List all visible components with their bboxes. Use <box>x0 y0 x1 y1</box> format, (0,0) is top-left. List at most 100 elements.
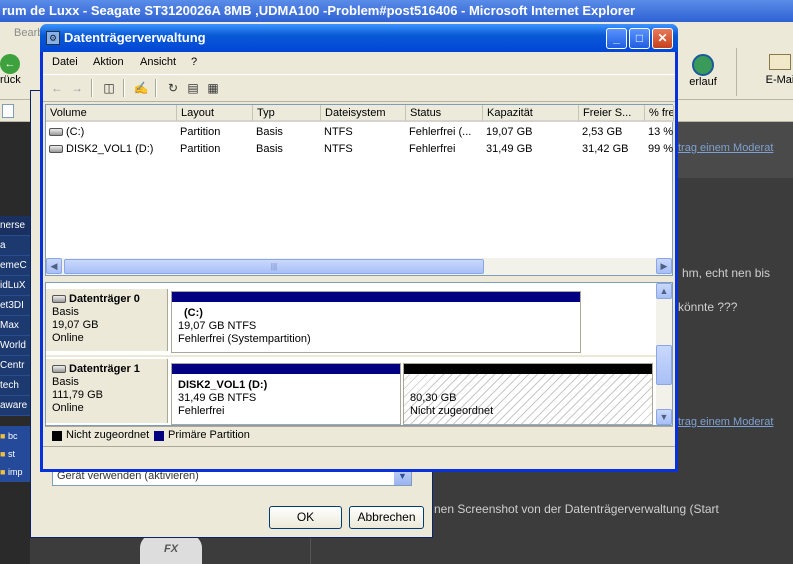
vertical-scrollbar[interactable]: ▲ ▼ <box>656 283 672 425</box>
column-header-status[interactable]: Status <box>406 105 483 122</box>
history-button[interactable]: erlauf <box>678 54 728 94</box>
column-header-layout[interactable]: Layout <box>177 105 253 122</box>
ie-page-icon <box>2 104 14 118</box>
help-icon[interactable]: ✍ <box>133 80 149 96</box>
unallocated-space[interactable]: 80,30 GB Nicht zugeordnet <box>403 363 653 425</box>
tree-item-label: imp <box>7 467 23 477</box>
settings-icon[interactable]: ▦ <box>205 80 221 96</box>
toolbar-separator <box>155 79 157 97</box>
ie-menu-edit[interactable]: Bearb <box>14 27 43 39</box>
email-label: E-Mai <box>765 74 793 86</box>
cell-capacity: 31,49 GB <box>486 143 533 155</box>
ok-button[interactable]: OK <box>269 506 342 529</box>
sidebar-item[interactable]: nerse <box>0 216 30 236</box>
menu-ansicht[interactable]: Ansicht <box>140 56 176 68</box>
column-header-free-space[interactable]: Freier S... <box>579 105 645 122</box>
column-header-volume[interactable]: Volume <box>46 105 177 122</box>
close-button[interactable]: ✕ <box>652 28 673 49</box>
properties-icon[interactable]: ▤ <box>185 80 201 96</box>
partition-d[interactable]: DISK2_VOL1 (D:) 31,49 GB NTFS Fehlerfrei <box>171 363 401 425</box>
sidebar-item[interactable]: Centr <box>0 356 30 376</box>
scroll-left-icon[interactable]: ◀ <box>46 258 62 274</box>
tree-item[interactable]: ■ st <box>0 444 30 464</box>
menu-help[interactable]: ? <box>191 56 197 68</box>
scroll-up-icon[interactable]: ▲ <box>656 283 672 299</box>
column-header-type[interactable]: Typ <box>253 105 321 122</box>
partition-d-info: DISK2_VOL1 (D:) 31,49 GB NTFS Fehlerfrei <box>173 376 399 423</box>
post-text-2: könnte ??? <box>678 300 738 314</box>
disk-1-label[interactable]: Datenträger 1 Basis 111,79 GB Online <box>46 359 168 423</box>
cell-type: Basis <box>256 126 283 138</box>
scrollbar-thumb[interactable]: ||| <box>64 259 484 274</box>
partition-c-size: 19,07 GB NTFS <box>178 320 257 332</box>
column-header-filesystem[interactable]: Dateisystem <box>321 105 406 122</box>
folder-icon: ■ <box>0 467 6 477</box>
sidebar-item[interactable]: a <box>0 236 30 256</box>
unallocated-info: 80,30 GB Nicht zugeordnet <box>405 376 651 423</box>
mail-icon <box>769 54 791 70</box>
toolbar: ← → ◫ ✍ ↻ ▤ ▦ <box>43 74 675 102</box>
scrollbar-thumb[interactable] <box>656 345 672 385</box>
disk-0-size: 19,07 GB <box>52 319 99 331</box>
horizontal-scrollbar[interactable]: ◀ ||| ▶ <box>46 258 672 275</box>
sidebar-item[interactable]: tech <box>0 376 30 396</box>
volume-icon <box>49 145 63 154</box>
ie-titlebar: rum de Luxx - Seagate ST3120026A 8MB ,UD… <box>0 0 793 22</box>
cell-volume: (C:) <box>46 124 177 140</box>
partition-c[interactable]: (C:) 19,07 GB NTFS Fehlerfrei (Systempar… <box>171 291 581 353</box>
cell-free-space: 2,53 GB <box>582 126 623 138</box>
cell-capacity: 19,07 GB <box>486 126 533 138</box>
toolbar-separator <box>91 79 93 97</box>
toolbar-divider <box>736 48 737 96</box>
menu-datei[interactable]: Datei <box>52 56 78 68</box>
show-hide-tree-icon[interactable]: ◫ <box>101 80 117 96</box>
email-button[interactable]: E-Mai <box>760 54 793 94</box>
unallocated-status: Nicht zugeordnet <box>410 405 494 417</box>
cell-status: Fehlerfrei <box>409 143 456 155</box>
sidebar-item[interactable]: Max <box>0 316 30 336</box>
volume-list: Volume Layout Typ Dateisystem Status Kap… <box>45 104 674 276</box>
tree-item[interactable]: ■ bc <box>0 426 30 446</box>
unallocated-size: 80,30 GB <box>410 392 457 404</box>
partition-c-info: (C:) 19,07 GB NTFS Fehlerfrei (Systempar… <box>173 304 579 351</box>
folder-icon: ■ <box>0 449 6 459</box>
minimize-button[interactable]: _ <box>606 28 627 49</box>
sidebar-item[interactable]: et3DI <box>0 296 30 316</box>
sidebar-item[interactable]: emeC <box>0 256 30 276</box>
cell-filesystem: NTFS <box>324 126 353 138</box>
cell-pct-free: 99 % <box>648 143 674 155</box>
back-icon[interactable]: ← <box>49 80 65 96</box>
window-titlebar[interactable]: Datenträgerverwaltung <box>40 24 678 52</box>
tree-item-label: st <box>7 449 15 459</box>
folder-icon: ■ <box>0 431 6 441</box>
forum-report-link-2[interactable]: trag einem Moderat <box>678 416 773 428</box>
cell-pct-free: 13 % <box>648 126 674 138</box>
status-bar <box>43 446 675 468</box>
hard-disk-icon <box>52 295 66 304</box>
scroll-down-icon[interactable]: ▼ <box>656 409 672 425</box>
sidebar-item[interactable]: World <box>0 336 30 356</box>
tree-item[interactable]: ■ imp <box>0 462 30 482</box>
forward-icon[interactable]: → <box>69 80 85 96</box>
legend-swatch-primary <box>154 431 164 441</box>
hard-disk-icon <box>52 365 66 374</box>
primary-partition-bar <box>172 364 400 374</box>
unallocated-bar <box>404 364 652 374</box>
cancel-button[interactable]: Abbrechen <box>349 506 424 529</box>
post-text-3: nen Screenshot von der Datenträgerverwal… <box>434 502 719 516</box>
sidebar-item[interactable]: idLuX <box>0 276 30 296</box>
disk-0-label[interactable]: Datenträger 0 Basis 19,07 GB Online <box>46 289 168 351</box>
back-button[interactable]: ← rück <box>0 54 30 94</box>
refresh-icon[interactable]: ↻ <box>165 80 181 96</box>
maximize-button[interactable]: □ <box>629 28 650 49</box>
sidebar-item[interactable]: aware <box>0 396 30 416</box>
menu-aktion[interactable]: Aktion <box>93 56 124 68</box>
disk-graphical-view: Datenträger 0 Basis 19,07 GB Online (C:)… <box>45 282 673 426</box>
column-header-pct-free[interactable]: % fre <box>645 105 674 122</box>
primary-partition-bar <box>172 292 580 302</box>
forum-report-link-1[interactable]: trag einem Moderat <box>678 142 773 154</box>
post-text-1: hm, echt nen bis <box>682 266 771 280</box>
scroll-right-icon[interactable]: ▶ <box>656 258 672 274</box>
fx-logo: FX <box>140 534 202 564</box>
column-header-capacity[interactable]: Kapazität <box>483 105 579 122</box>
